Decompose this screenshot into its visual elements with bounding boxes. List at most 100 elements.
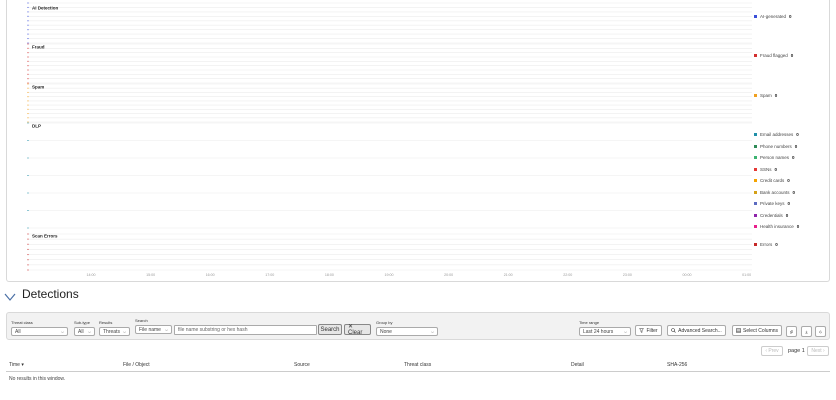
- legend-item[interactable]: Fraud flagged 0: [754, 53, 793, 58]
- y-tick-mark: [27, 192, 29, 194]
- legend-item[interactable]: Phone numbers 0: [754, 144, 797, 149]
- search-icon: [671, 328, 676, 333]
- legend-item[interactable]: Credit cards 0: [754, 178, 790, 183]
- search-field-select[interactable]: File name ⌵: [135, 325, 172, 334]
- x-tick-label: 16:00: [206, 273, 215, 277]
- legend-swatch: [754, 156, 757, 159]
- legend-count: 0: [787, 201, 791, 206]
- legend-item[interactable]: Person names 0: [754, 155, 795, 160]
- legend-count: 0: [774, 167, 778, 172]
- group-by-select[interactable]: None ⌵: [376, 327, 438, 336]
- legend-count: 0: [785, 213, 789, 218]
- y-tick-mark: [27, 269, 29, 271]
- y-tick-mark: [27, 52, 29, 54]
- column-header-sha256[interactable]: SHA-256: [667, 362, 687, 368]
- legend-count: 0: [789, 14, 792, 19]
- x-tick-label: 00:00: [683, 273, 692, 277]
- time-range-select[interactable]: Last 24 hours ⌵: [579, 327, 631, 336]
- group-by-label: Group by: [376, 320, 393, 325]
- select-columns-button[interactable]: Select Columns: [732, 325, 782, 336]
- legend-item[interactable]: Errors 0: [754, 242, 778, 247]
- legend-swatch: [754, 202, 757, 205]
- x-tick-label: 23:00: [623, 273, 632, 277]
- x-tick-label: 15:00: [146, 273, 155, 277]
- chart-panel-title: AI Detection: [32, 6, 59, 11]
- legend-item[interactable]: AI-generated 0: [754, 14, 792, 19]
- search-input[interactable]: file name substring or hex hash: [174, 325, 317, 335]
- y-tick-mark: [27, 140, 29, 141]
- column-header-time[interactable]: Time ▾: [9, 362, 24, 368]
- select-columns-label: Select Columns: [743, 327, 779, 334]
- x-tick-label: 17:00: [265, 273, 274, 277]
- legend-item[interactable]: Bank accounts 0: [754, 190, 795, 195]
- y-tick-mark: [27, 42, 29, 44]
- legend-count: 0: [792, 155, 795, 160]
- sub-type-select[interactable]: All ⌵: [74, 327, 95, 336]
- advanced-search-button[interactable]: Advanced Search...: [667, 325, 726, 336]
- column-header-file-object[interactable]: File / Object: [123, 362, 150, 368]
- threat-class-select[interactable]: All ⌵: [11, 327, 68, 336]
- legend-swatch: [754, 168, 757, 171]
- legend-count: 0: [774, 93, 778, 98]
- legend-swatch: [754, 191, 757, 194]
- y-tick-mark: [27, 175, 29, 176]
- legend-item[interactable]: Private keys 0: [754, 201, 790, 206]
- y-tick-mark: [27, 210, 29, 211]
- copy-button[interactable]: [786, 326, 797, 337]
- chart-panel-title: Fraud: [32, 45, 45, 50]
- search-label: Search: [135, 318, 148, 323]
- legend-item[interactable]: Credentials 0: [754, 213, 788, 218]
- prev-page-button[interactable]: ‹ Prev: [761, 346, 783, 356]
- next-page-button[interactable]: Next ›: [807, 346, 829, 356]
- y-tick-mark: [27, 11, 29, 13]
- x-tick-label: 21:00: [504, 273, 513, 277]
- y-tick-mark: [27, 117, 29, 119]
- results-value: Threats: [103, 328, 120, 335]
- y-tick-mark: [27, 60, 29, 62]
- y-tick-mark: [27, 264, 29, 266]
- legend-count: 0: [775, 242, 778, 247]
- legend-item[interactable]: Spam 0: [754, 93, 777, 98]
- table-header-divider: [6, 371, 830, 372]
- legend-count: 0: [796, 224, 800, 229]
- collapse-chevron-icon[interactable]: [4, 292, 16, 302]
- legend-item[interactable]: Health insurance 0: [754, 224, 799, 229]
- charts-panel: AI Detection Fraud Spam DLP Scan Errors 14:00…: [6, 0, 830, 282]
- filter-button[interactable]: Filter: [635, 325, 662, 336]
- column-header-threat-class[interactable]: Threat class: [404, 362, 431, 368]
- chart-panel-title: Scan Errors: [32, 234, 58, 239]
- legend-swatch: [754, 133, 757, 136]
- refresh-button[interactable]: [815, 326, 826, 337]
- search-button[interactable]: Search: [318, 324, 342, 335]
- y-tick-mark: [27, 108, 29, 110]
- column-header-detail[interactable]: Detail: [571, 362, 584, 368]
- y-tick-mark: [27, 38, 29, 40]
- legend-swatch: [754, 54, 757, 57]
- y-tick-mark: [27, 29, 29, 31]
- y-tick-mark: [27, 243, 29, 245]
- results-select[interactable]: Threats ⌵: [99, 327, 130, 336]
- legend-label: AI-generated: [760, 14, 787, 19]
- column-header-source[interactable]: Source: [294, 362, 310, 368]
- y-tick-mark: [27, 96, 29, 98]
- legend-label: Private keys: [760, 201, 785, 206]
- y-tick-mark: [27, 73, 29, 75]
- y-tick-mark: [27, 82, 29, 84]
- download-button[interactable]: [801, 326, 812, 337]
- x-tick-label: 18:00: [325, 273, 334, 277]
- sub-type-label: Sub-type: [74, 320, 91, 325]
- legend-item[interactable]: Email addresses 0: [754, 132, 799, 137]
- legend-label: Errors: [760, 242, 773, 247]
- chevron-down-icon: ⌵: [60, 329, 64, 334]
- time-range-label: Time range: [579, 320, 600, 325]
- clear-button[interactable]: ✕ Clear: [344, 324, 371, 336]
- legend-label: Health insurance: [760, 224, 794, 229]
- legend-item[interactable]: SSNs 0: [754, 167, 777, 172]
- detections-timeline-chart: AI Detection Fraud Spam DLP Scan Errors 14:00…: [27, 2, 752, 277]
- y-tick-mark: [27, 87, 29, 89]
- legend-count: 0: [792, 190, 796, 195]
- legend-swatch: [754, 214, 757, 217]
- search-field-value: File name: [139, 326, 161, 333]
- threat-class-label: Threat class: [11, 320, 33, 325]
- empty-results-message: No results in this window.: [9, 376, 66, 382]
